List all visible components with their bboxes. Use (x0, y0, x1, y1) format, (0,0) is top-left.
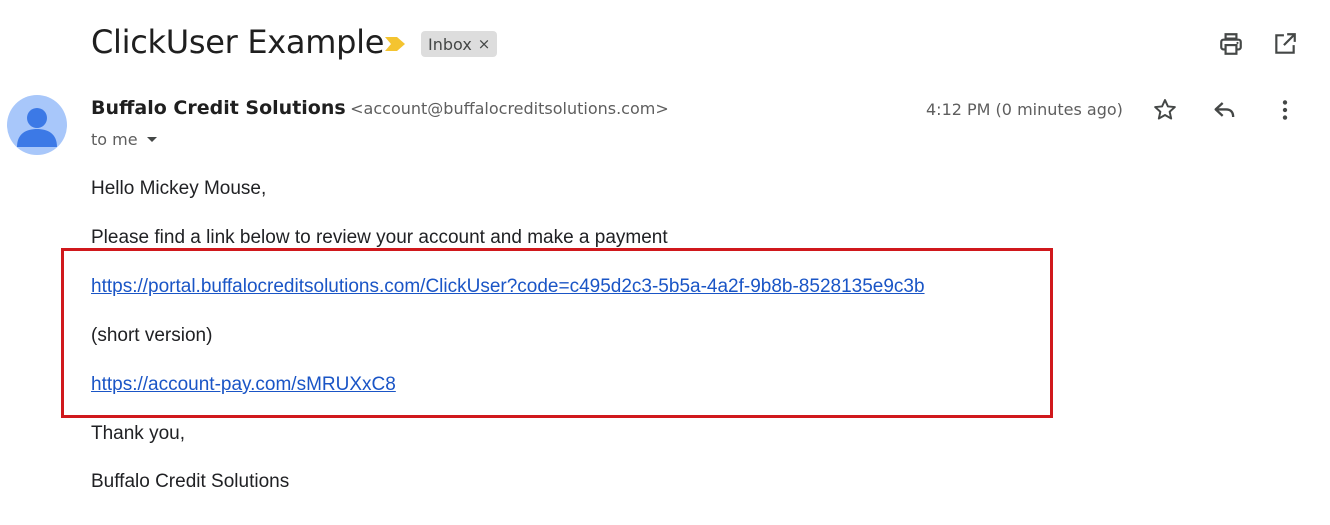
sender-line: Buffalo Credit Solutions <account@buffal… (91, 97, 669, 119)
remove-label-button[interactable]: × (478, 35, 491, 53)
important-marker-icon[interactable] (384, 36, 406, 52)
email-subject: ClickUser Example (91, 23, 385, 61)
email-intro: Please find a link below to review your … (91, 227, 668, 248)
email-signature: Buffalo Credit Solutions (91, 471, 290, 492)
open-in-new-window-button[interactable] (1271, 30, 1299, 58)
star-button[interactable] (1151, 96, 1179, 124)
avatar-person-icon (17, 108, 57, 147)
recipient-line: to me (91, 130, 158, 149)
link-highlight-box (61, 248, 1053, 418)
more-options-button[interactable] (1271, 96, 1299, 124)
label-chip-inbox: Inbox × (421, 31, 498, 57)
print-icon (1220, 33, 1242, 55)
open-in-new-window-icon (1275, 33, 1296, 54)
email-greeting: Hello Mickey Mouse, (91, 178, 267, 199)
more-vert-icon (1282, 100, 1288, 120)
sender-name[interactable]: Buffalo Credit Solutions (91, 97, 346, 119)
sender-email: <account@buffalocreditsolutions.com> (350, 99, 669, 118)
email-thanks: Thank you, (91, 423, 185, 444)
print-button[interactable] (1217, 30, 1245, 58)
email-timestamp: 4:12 PM (0 minutes ago) (926, 100, 1123, 119)
sender-avatar[interactable] (7, 95, 67, 155)
star-icon (1154, 99, 1176, 120)
label-chip-text: Inbox (428, 34, 472, 54)
caret-down-icon[interactable] (146, 136, 158, 144)
reply-icon (1214, 102, 1235, 118)
reply-button[interactable] (1211, 96, 1239, 124)
recipient-text: to me (91, 130, 138, 149)
